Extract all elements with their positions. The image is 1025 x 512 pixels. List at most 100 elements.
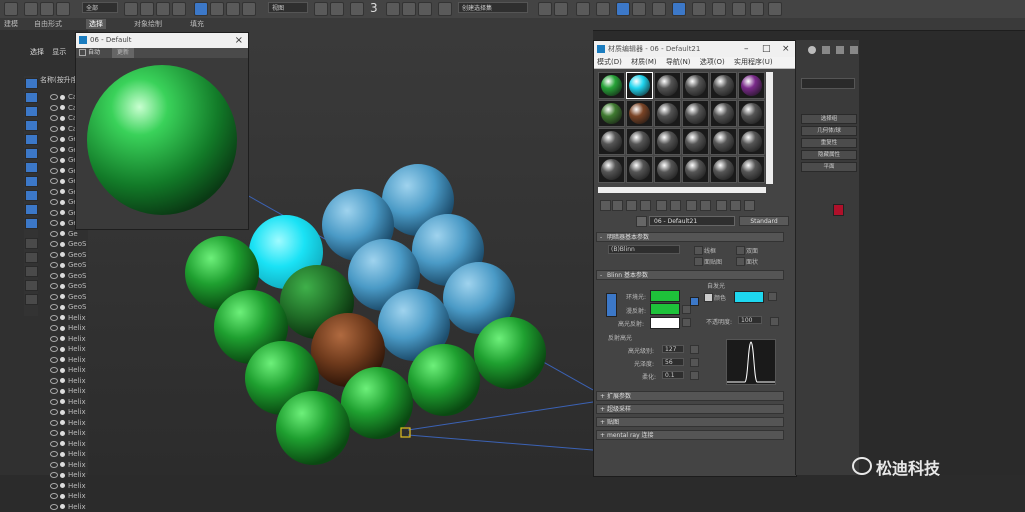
face-map-checkbox[interactable] <box>694 257 703 266</box>
visibility-eye-icon[interactable] <box>50 230 58 237</box>
close-icon[interactable]: × <box>235 33 243 48</box>
select-scale-icon[interactable] <box>226 2 240 16</box>
scene-object-row[interactable]: Helix <box>50 334 86 344</box>
material-slot[interactable] <box>682 156 709 183</box>
pivot-icon[interactable] <box>314 2 328 16</box>
tab-select[interactable]: 选择 <box>30 48 44 56</box>
a360-render-icon[interactable] <box>750 2 764 16</box>
scene-object-row[interactable]: Helix <box>50 323 86 333</box>
cmd-button-5[interactable]: 平面 <box>801 162 857 172</box>
go-forward-icon[interactable] <box>744 200 755 211</box>
scene-object-row[interactable]: Helix <box>50 439 86 449</box>
scene-object-row[interactable]: GeoS <box>50 260 86 270</box>
visibility-eye-icon[interactable] <box>50 493 58 499</box>
filter-spacewarps-icon[interactable] <box>25 148 38 159</box>
material-slot[interactable] <box>710 100 737 127</box>
gloss-map-button[interactable] <box>690 358 699 367</box>
assign-material-icon[interactable] <box>626 200 637 211</box>
maximize-icon[interactable]: □ <box>762 41 771 57</box>
filter-groups-icon[interactable] <box>25 162 38 173</box>
ribbon-tab-freeform[interactable]: 自由形式 <box>34 19 62 29</box>
spec-level-map-button[interactable] <box>690 345 699 354</box>
visibility-eye-icon[interactable] <box>50 272 58 279</box>
material-slot[interactable] <box>710 72 737 99</box>
visibility-eye-icon[interactable] <box>50 188 58 195</box>
scene-object-row[interactable]: GeoS <box>50 250 86 260</box>
material-slot[interactable] <box>598 128 625 155</box>
selection-filter-dropdown[interactable]: 全部 <box>82 2 118 13</box>
self-illum-map-button[interactable] <box>768 292 777 301</box>
visibility-eye-icon[interactable] <box>50 136 58 142</box>
display-invert-icon[interactable] <box>25 266 38 277</box>
ribbon-tab-selection[interactable]: 选择 <box>86 19 106 29</box>
menu-utilities[interactable]: 实用程序(U) <box>734 58 773 66</box>
scene-object-row[interactable]: Ge <box>50 208 78 218</box>
update-button[interactable]: 更新 <box>111 48 134 58</box>
material-slot[interactable] <box>598 156 625 183</box>
scene-object-row[interactable]: Helix <box>50 344 86 354</box>
unlink-icon[interactable] <box>40 2 54 16</box>
wire-checkbox[interactable] <box>694 246 703 255</box>
undo-icon[interactable] <box>4 2 18 16</box>
visibility-eye-icon[interactable] <box>50 325 58 331</box>
visibility-eye-icon[interactable] <box>50 125 58 132</box>
slots-hscrollbar[interactable] <box>598 187 766 193</box>
opacity-map-button[interactable] <box>770 317 779 326</box>
visibility-eye-icon[interactable] <box>50 199 58 205</box>
material-slot[interactable] <box>682 72 709 99</box>
filter-helpers-icon[interactable] <box>25 134 38 145</box>
lock-diffuse-specular-icon[interactable] <box>690 297 699 306</box>
visibility-eye-icon[interactable] <box>50 440 58 447</box>
reference-coord-dropdown[interactable]: 视图 <box>268 2 308 13</box>
visibility-eye-icon[interactable] <box>50 157 58 163</box>
visibility-eye-icon[interactable] <box>50 388 58 394</box>
mirror-icon[interactable] <box>538 2 552 16</box>
material-slot[interactable] <box>682 100 709 127</box>
auto-checkbox[interactable] <box>79 49 86 56</box>
slots-scrollbar[interactable] <box>766 72 773 184</box>
scene-object-row[interactable]: Helix <box>50 355 86 365</box>
maps-rollout[interactable]: + 贴图 <box>596 417 784 427</box>
soften-map-button[interactable] <box>690 371 699 380</box>
scene-object-row[interactable]: GeoS <box>50 302 86 312</box>
edit-named-sets-icon[interactable] <box>438 2 452 16</box>
menu-material[interactable]: 材质(M) <box>631 58 657 66</box>
scene-object-row[interactable]: Ge <box>50 197 78 207</box>
visibility-eye-icon[interactable] <box>50 304 58 310</box>
scene-object-row[interactable]: GeoS <box>50 239 86 249</box>
scene-object-row[interactable]: Helix <box>50 418 86 428</box>
filter-containers-icon[interactable] <box>25 204 38 215</box>
scene-object-row[interactable]: Ge <box>50 229 78 239</box>
tab-display[interactable]: 显示 <box>52 48 66 56</box>
specular-swatch[interactable] <box>650 317 680 329</box>
ribbon-tab-modeling[interactable]: 建模 <box>4 19 18 29</box>
cmd-button-2[interactable]: 几何体/球 <box>801 126 857 136</box>
material-type-button[interactable]: Standard <box>739 216 789 226</box>
visibility-eye-icon[interactable] <box>50 367 58 373</box>
object-type-dropdown[interactable] <box>801 78 855 89</box>
percent-snap-icon[interactable] <box>402 2 416 16</box>
material-slot[interactable] <box>626 72 653 99</box>
named-selection-dropdown[interactable]: 创建选择集 <box>458 2 528 13</box>
menu-navigation[interactable]: 导航(N) <box>666 58 691 66</box>
shader-basic-rollout[interactable]: - 明暗器基本参数 <box>596 232 784 242</box>
visibility-eye-icon[interactable] <box>50 472 58 478</box>
angle-snap-icon[interactable] <box>386 2 400 16</box>
ribbon-tab-object-paint[interactable]: 对象绘制 <box>134 19 162 29</box>
faceted-checkbox[interactable] <box>736 257 745 266</box>
scene-object-row[interactable]: Helix <box>50 376 86 386</box>
opacity-value[interactable]: 100 <box>738 316 762 324</box>
diffuse-map-button[interactable] <box>682 305 691 314</box>
material-editor-icon[interactable] <box>652 2 666 16</box>
material-slot[interactable] <box>710 156 737 183</box>
curve-editor-icon[interactable] <box>616 2 630 16</box>
scene-object-row[interactable]: Helix <box>50 365 86 375</box>
manipulate-icon[interactable] <box>330 2 344 16</box>
select-by-name-icon[interactable] <box>140 2 154 16</box>
scene-object-row[interactable]: Helix <box>50 460 86 470</box>
mental-ray-rollout[interactable]: + mental ray 连接 <box>596 430 784 440</box>
select-rotate-icon[interactable] <box>210 2 224 16</box>
close-icon[interactable]: × <box>782 41 790 57</box>
material-id-icon[interactable] <box>686 200 697 211</box>
filter-bones-icon[interactable] <box>25 190 38 201</box>
